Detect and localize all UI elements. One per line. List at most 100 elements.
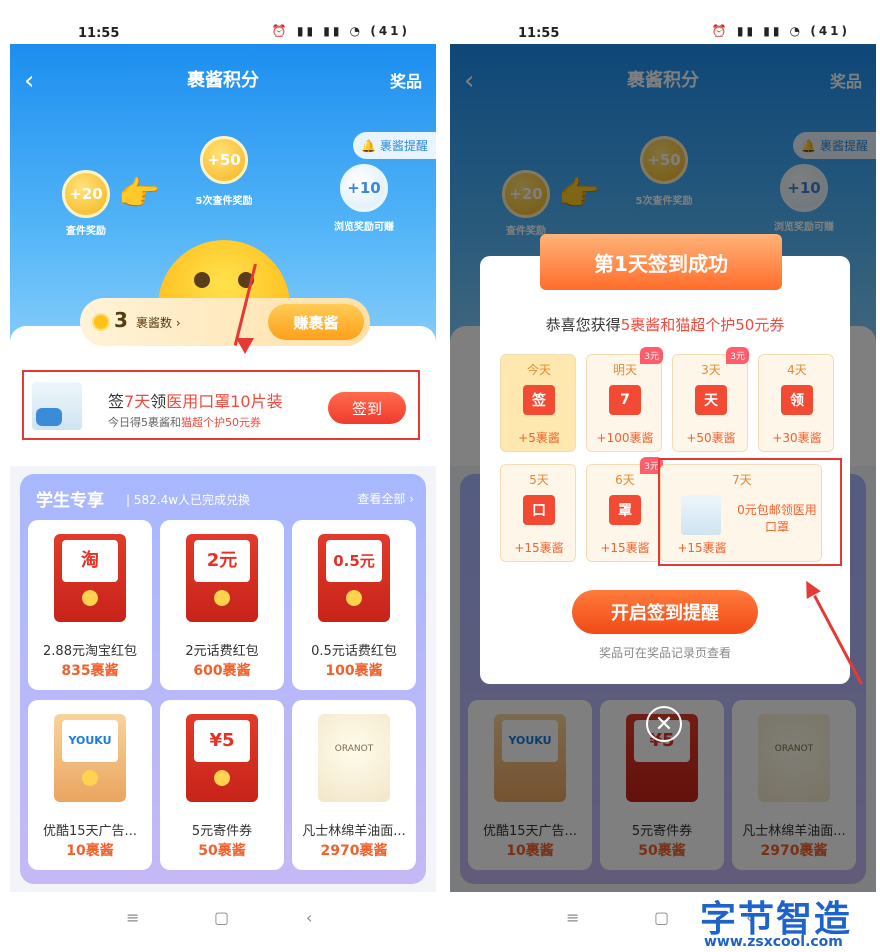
- earn-points-button[interactable]: 赚裹酱: [268, 304, 364, 340]
- day-reward: +15裹酱: [600, 541, 650, 555]
- highlight-box: [658, 458, 842, 566]
- product-price: 835裹酱: [61, 663, 119, 679]
- student-section: 学生专享 | 582.4w人已完成兑换 查看全部 › 淘 2.88元淘宝红包 8…: [20, 474, 426, 884]
- day-card-2: 3元 明天 7 +100裹酱: [586, 347, 663, 452]
- reminder-label: 裹酱提醒: [379, 139, 428, 153]
- day-card-6: 3元 6天 罩 +15裹酱: [586, 457, 663, 562]
- view-all-link[interactable]: 查看全部 ›: [357, 490, 414, 507]
- points-label[interactable]: 裹酱数 ›: [136, 314, 181, 331]
- status-bar: 11:55 ⏰ ▮▮ ▮▮ ◔ (41): [0, 0, 440, 44]
- menu-icon[interactable]: ≡: [126, 908, 139, 927]
- thumb-label: 淘: [62, 540, 118, 582]
- points-count: 3: [114, 308, 128, 332]
- product-name: 优酷15天广告...: [43, 824, 137, 839]
- annotation-arrowhead: [236, 338, 254, 354]
- day-label: 明天: [612, 363, 637, 377]
- product-price: 100裹酱: [325, 663, 383, 679]
- day-label: 5天: [529, 473, 549, 487]
- day-label: 4天: [787, 363, 807, 377]
- day-reward: +15裹酱: [514, 541, 564, 555]
- product-card[interactable]: 0.5元 0.5元话费红包 100裹酱: [292, 520, 416, 690]
- enable-reminder-button[interactable]: 开启签到提醒: [572, 590, 758, 634]
- day-tile: 7: [609, 385, 641, 415]
- app-screen: ‹ 裹酱积分 奖品 🔔 裹酱提醒 +20 查件奖励 +50 5次查件奖励 +10…: [10, 44, 436, 892]
- product-card[interactable]: 2元 2元话费红包 600裹酱: [160, 520, 284, 690]
- day-tile: 口: [523, 495, 555, 525]
- page-title: 裹酱积分: [187, 70, 259, 91]
- battery-level: 41: [818, 24, 842, 38]
- points-pill[interactable]: 3 裹酱数 › 赚裹酱: [80, 298, 370, 346]
- dialog-headline: 恭喜您获得5裹酱和猫超个护50元券: [480, 314, 850, 335]
- close-icon[interactable]: ✕: [646, 706, 682, 742]
- success-ribbon: 第1天签到成功: [540, 234, 782, 290]
- reward-label-1: 查件奖励: [66, 226, 106, 237]
- status-icons: ⏰ ▮▮ ▮▮ ◔ (41): [271, 24, 410, 38]
- day-tile: 签: [523, 385, 555, 415]
- thumb-label: 2元: [194, 540, 250, 582]
- day-label: 今天: [526, 363, 551, 377]
- reminder-button[interactable]: 🔔 裹酱提醒: [353, 132, 436, 159]
- cream-jar-image: ORANOT: [318, 714, 390, 802]
- day-tile: 天: [695, 385, 727, 415]
- product-name: 凡士林绵羊油面...: [302, 824, 406, 839]
- prizes-link[interactable]: 奖品: [390, 68, 422, 92]
- thumb-label: YOUKU: [62, 720, 118, 762]
- mascot-eye: [194, 272, 210, 288]
- headline-prefix: 恭喜您获得: [545, 316, 621, 334]
- status-bar: 11:55 ⏰ ▮▮ ▮▮ ◔ (41): [440, 0, 880, 44]
- reward-label-3: 浏览奖励可赚: [334, 222, 394, 233]
- headline-highlight: 5裹酱和猫超个护50元券: [620, 316, 785, 334]
- watermark-url: www.zsxcool.com: [704, 934, 843, 950]
- home-icon[interactable]: ▢: [654, 908, 669, 927]
- youku-image: YOUKU: [54, 714, 126, 802]
- day-reward: +100裹酱: [596, 431, 654, 445]
- day-tile: 罩: [609, 495, 641, 525]
- reward-label-2: 5次查件奖励: [195, 196, 253, 207]
- menu-icon[interactable]: ≡: [566, 908, 579, 927]
- day-label: 6天: [615, 473, 635, 487]
- system-nav-bar: ≡ ▢ ‹: [0, 892, 440, 952]
- day-label: 3天: [701, 363, 721, 377]
- back-nav-icon[interactable]: ‹: [306, 908, 312, 927]
- sign-success-dialog: 恭喜您获得5裹酱和猫超个护50元券 今天 签 +5裹酱 3元 明天 7 +100…: [480, 256, 850, 684]
- day-reward: +30裹酱: [772, 431, 822, 445]
- product-price: 600裹酱: [193, 663, 251, 679]
- reward-coin-1[interactable]: +20: [62, 170, 110, 218]
- taobao-redpacket-image: 淘: [54, 534, 126, 622]
- phone-credit-image: 2元: [186, 534, 258, 622]
- product-price: 2970裹酱: [320, 843, 388, 859]
- status-time: 11:55: [78, 26, 120, 41]
- day-reward: +5裹酱: [518, 431, 560, 445]
- highlight-box: [22, 370, 420, 440]
- thumb-label: ¥5: [194, 720, 250, 762]
- phone-credit-image: 0.5元: [318, 534, 390, 622]
- student-title: 学生专享: [36, 491, 104, 511]
- coin-icon: [346, 590, 362, 606]
- day-card-3: 3元 3天 天 +50裹酱: [672, 347, 749, 452]
- product-name: 0.5元话费红包: [311, 644, 397, 659]
- coin-icon: [92, 313, 110, 331]
- coin-icon: [214, 590, 230, 606]
- product-card[interactable]: 淘 2.88元淘宝红包 835裹酱: [28, 520, 152, 690]
- watermark: 字节智造 www.zsxcool.com: [700, 890, 880, 952]
- coin-icon: [82, 770, 98, 786]
- status-time: 11:55: [518, 26, 560, 41]
- product-card[interactable]: ¥5 5元寄件券 50裹酱: [160, 700, 284, 870]
- phone-left: 11:55 ⏰ ▮▮ ▮▮ ◔ (41) ‹ 裹酱积分 奖品 🔔 裹酱提醒 +2…: [0, 0, 440, 952]
- thumb-label: 0.5元: [326, 540, 382, 582]
- app-screen: ‹ 裹酱积分 奖品 🔔 裹酱提醒 +20 查件奖励 +50 5次查件奖励 +10…: [450, 44, 876, 892]
- dialog-note: 奖品可在奖品记录页查看: [598, 646, 731, 660]
- product-card[interactable]: YOUKU 优酷15天广告... 10裹酱: [28, 700, 152, 870]
- coin-icon: [82, 590, 98, 606]
- pointing-hand-icon: 👉: [118, 174, 161, 214]
- day-card-4: 4天 领 +30裹酱: [758, 354, 834, 452]
- product-price: 50裹酱: [198, 843, 246, 859]
- product-name: 5元寄件券: [191, 824, 253, 839]
- home-icon[interactable]: ▢: [214, 908, 229, 927]
- status-icons: ⏰ ▮▮ ▮▮ ◔ (41): [711, 24, 850, 38]
- day-card-1: 今天 签 +5裹酱: [500, 354, 576, 452]
- day-card-5: 5天 口 +15裹酱: [500, 464, 576, 562]
- reward-coin-3[interactable]: +10: [340, 164, 388, 212]
- product-card[interactable]: ORANOT 凡士林绵羊油面... 2970裹酱: [292, 700, 416, 870]
- reward-coin-2[interactable]: +50: [200, 136, 248, 184]
